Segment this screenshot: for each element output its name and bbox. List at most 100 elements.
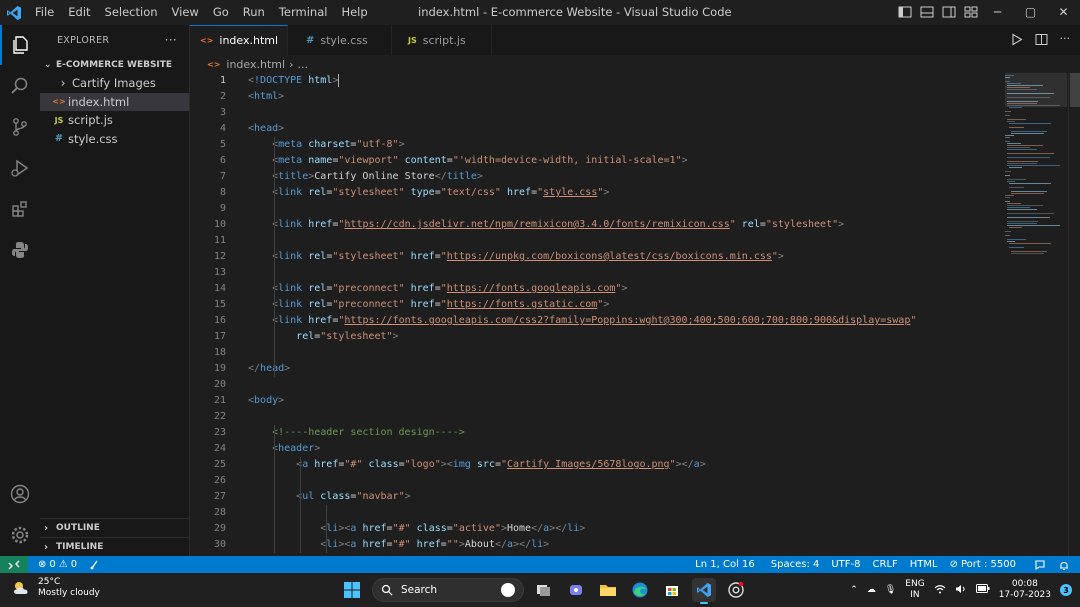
code-line[interactable]: 8 <link rel="stylesheet" type="text/css"… — [190, 185, 1005, 201]
code-line[interactable]: 18 — [190, 345, 1005, 361]
menu-go[interactable]: Go — [206, 0, 236, 25]
tab-index-html[interactable]: <> index.html ✕ — [190, 25, 298, 55]
more-actions-icon[interactable]: ··· — [165, 33, 177, 47]
tree-item-cartify-images[interactable]: › Cartify Images — [40, 74, 189, 93]
file-explorer-icon[interactable] — [596, 578, 620, 602]
code-line[interactable]: 22 — [190, 409, 1005, 425]
toggle-panel-icon[interactable] — [920, 5, 934, 19]
problems-indicator[interactable]: ⊗ 0 ⚠ 0 — [32, 559, 83, 570]
battery-icon[interactable] — [975, 584, 990, 596]
tree-item-index-html[interactable]: <> index.html — [40, 92, 189, 111]
python-icon[interactable] — [0, 230, 40, 270]
menu-edit[interactable]: Edit — [61, 0, 97, 25]
menu-run[interactable]: Run — [236, 0, 272, 25]
extensions-icon[interactable] — [0, 189, 40, 229]
cursor-position[interactable]: Ln 1, Col 16 — [689, 559, 761, 570]
task-view-icon[interactable] — [532, 578, 556, 602]
menu-terminal[interactable]: Terminal — [272, 0, 335, 25]
settings-gear-icon[interactable] — [0, 515, 40, 555]
maximize-button[interactable]: ▢ — [1014, 0, 1047, 25]
close-button[interactable]: ✕ — [1047, 0, 1080, 25]
code-line[interactable]: 11 — [190, 233, 1005, 249]
edge-browser-icon[interactable] — [628, 578, 652, 602]
microphone-icon[interactable]: 🎙 — [885, 585, 896, 595]
remote-indicator[interactable] — [0, 556, 28, 573]
code-line[interactable]: 20 — [190, 377, 1005, 393]
code-line[interactable]: 5 <meta charset="utf-8"> — [190, 137, 1005, 153]
toggle-sidebar-icon[interactable] — [898, 5, 912, 19]
notification-count-badge[interactable]: 3 — [1060, 584, 1072, 596]
code-line[interactable]: 1 <!DOCTYPE html> — [190, 73, 1005, 89]
code-line[interactable]: 26 — [190, 473, 1005, 489]
language-mode[interactable]: HTML — [904, 559, 944, 570]
minimap[interactable] — [1005, 73, 1067, 556]
code-line[interactable]: 17 rel="stylesheet"> — [190, 329, 1005, 345]
account-icon[interactable] — [0, 474, 40, 514]
timeline-section[interactable]: › TIMELINE — [40, 537, 190, 556]
tree-item-style-css[interactable]: # style.css — [40, 130, 189, 149]
code-line[interactable]: 28 — [190, 505, 1005, 521]
scrollbar-thumb[interactable] — [1070, 73, 1080, 107]
code-editor[interactable]: 1 <!DOCTYPE html> 2 <html> 3 4 <head> 5 <meta c… — [190, 73, 1005, 556]
code-line[interactable]: 2 <html> — [190, 89, 1005, 105]
live-server-port[interactable]: ⊘ Port : 5500 — [944, 559, 1022, 570]
teams-chat-icon[interactable] — [564, 578, 588, 602]
wifi-icon[interactable] — [934, 584, 946, 597]
search-icon[interactable] — [0, 66, 40, 106]
toggle-secondary-sidebar-icon[interactable] — [942, 5, 956, 19]
code-line[interactable]: 7 <title>Cartify Online Store</title> — [190, 169, 1005, 185]
tree-item-script-js[interactable]: JS script.js — [40, 111, 189, 130]
code-line[interactable]: 29 <li><a href="#" class="active">Home</… — [190, 521, 1005, 537]
clock[interactable]: 00:08 17-07-2023 — [999, 579, 1051, 601]
feedback-icon[interactable] — [1028, 559, 1052, 571]
minimize-button[interactable]: ─ — [981, 0, 1014, 25]
tab-script-js[interactable]: JS script.js — [392, 25, 492, 55]
encoding[interactable]: UTF-8 — [825, 559, 866, 570]
customize-layout-icon[interactable] — [964, 5, 978, 19]
language-indicator[interactable]: ENG IN — [905, 579, 924, 601]
code-line[interactable]: 27 <ul class="navbar"> — [190, 489, 1005, 505]
code-line[interactable]: 24 <header> — [190, 441, 1005, 457]
code-line[interactable]: 21 <body> — [190, 393, 1005, 409]
breadcrumb-file[interactable]: index.html — [226, 58, 285, 71]
code-line[interactable]: 9 — [190, 201, 1005, 217]
end-of-line[interactable]: CRLF — [867, 559, 904, 570]
volume-icon[interactable] — [955, 584, 967, 597]
code-line[interactable]: 30 <li><a href="#" href="">About</a></li… — [190, 537, 1005, 553]
menu-help[interactable]: Help — [334, 0, 374, 25]
source-control-icon[interactable] — [0, 107, 40, 147]
code-line[interactable]: 4 <head> — [190, 121, 1005, 137]
vscode-taskbar-icon[interactable] — [692, 578, 716, 604]
outline-section[interactable]: › OUTLINE — [40, 518, 190, 537]
code-line[interactable]: 10 <link href="https://cdn.jsdelivr.net/… — [190, 217, 1005, 233]
windows-start-icon[interactable] — [340, 578, 364, 602]
chrome-icon[interactable] — [724, 578, 748, 602]
more-actions-icon[interactable]: ··· — [1060, 33, 1071, 49]
split-editor-icon[interactable] — [1035, 33, 1048, 49]
indentation[interactable]: Spaces: 4 — [765, 559, 826, 570]
git-sync-icon[interactable] — [83, 559, 106, 570]
run-debug-icon[interactable] — [0, 148, 40, 188]
taskbar-search[interactable]: Search — [372, 578, 524, 602]
code-line[interactable]: 14 <link rel="preconnect" href="https://… — [190, 281, 1005, 297]
code-line[interactable]: 25 <a href="#" class="logo"><img src="Ca… — [190, 457, 1005, 473]
explorer-icon[interactable] — [0, 25, 40, 65]
menu-selection[interactable]: Selection — [98, 0, 165, 25]
notifications-bell-icon[interactable] — [1052, 559, 1076, 571]
chevron-up-icon[interactable]: ⌃ — [850, 585, 858, 595]
weather-widget[interactable]: 25°C Mostly cloudy — [12, 577, 100, 599]
code-line[interactable]: 13 — [190, 265, 1005, 281]
microsoft-store-icon[interactable] — [660, 578, 684, 602]
code-line[interactable]: 6 <meta name="viewport" content="'width=… — [190, 153, 1005, 169]
code-line[interactable]: 12 <link rel="stylesheet" href="https://… — [190, 249, 1005, 265]
onedrive-cloud-icon[interactable]: ☁ — [867, 585, 876, 595]
code-line[interactable]: 23 <!----header section design----> — [190, 425, 1005, 441]
editor-scrollbar[interactable] — [1068, 73, 1080, 556]
tab-style-css[interactable]: # style.css — [288, 25, 392, 55]
code-line[interactable]: 19 </head> — [190, 361, 1005, 377]
workspace-folder[interactable]: ⌄ E-COMMERCE WEBSITE — [40, 56, 189, 74]
menu-view[interactable]: View — [165, 0, 206, 25]
breadcrumb-more[interactable]: ... — [297, 58, 308, 71]
code-line[interactable]: 15 <link rel="preconnect" href="https://… — [190, 297, 1005, 313]
code-line[interactable]: 3 — [190, 105, 1005, 121]
